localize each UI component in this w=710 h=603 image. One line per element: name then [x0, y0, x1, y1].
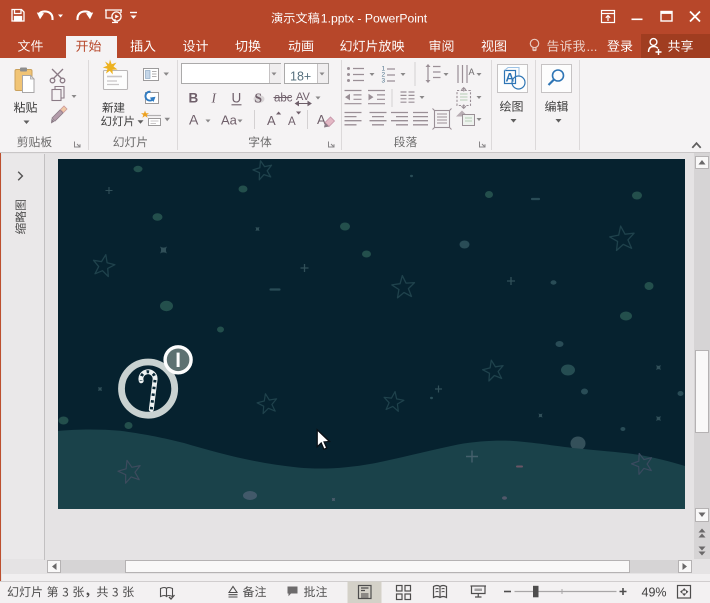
svg-text:...: ... — [587, 39, 598, 54]
svg-text:18+: 18+ — [290, 69, 311, 83]
svg-text:S: S — [255, 91, 263, 106]
svg-text:1.pptx - PowerPoint: 1.pptx - PowerPoint — [321, 12, 428, 26]
svg-text:49%: 49% — [642, 586, 667, 600]
svg-text:I: I — [211, 91, 218, 106]
svg-text:Aa: Aa — [221, 113, 238, 128]
svg-text:A: A — [189, 112, 199, 128]
svg-text:B: B — [189, 91, 199, 106]
svg-text:3: 3 — [382, 78, 386, 85]
svg-text:A: A — [469, 67, 475, 77]
svg-text:A: A — [267, 113, 276, 128]
svg-text:A: A — [288, 116, 296, 128]
svg-text:abc: abc — [274, 93, 293, 105]
svg-text:U: U — [232, 91, 242, 106]
svg-text:A: A — [506, 71, 515, 85]
